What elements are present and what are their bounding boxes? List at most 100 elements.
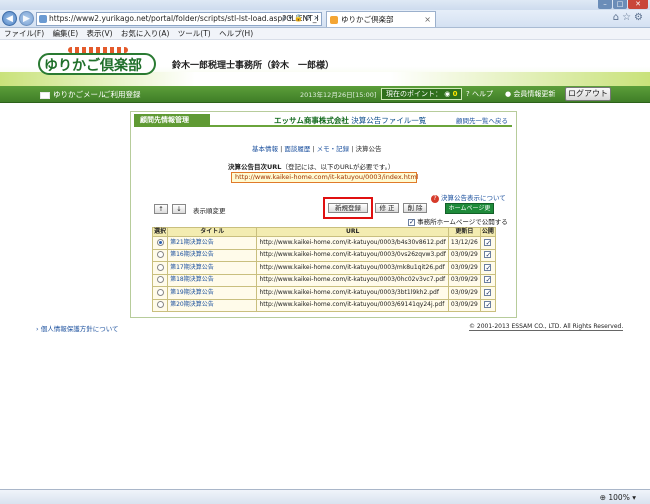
zoom-level[interactable]: ⊕ 100% ▾ (600, 491, 636, 504)
tab-close-icon[interactable]: × (424, 12, 431, 27)
row-public-checkbox[interactable] (484, 300, 492, 310)
row-date: 03/09/29 (447, 248, 481, 262)
subnav-basic-info[interactable]: 基本情報 (252, 145, 278, 153)
back-icon[interactable]: ◀ (2, 11, 17, 26)
table-row[interactable]: 第20期決算公告 http://www.kaikei-home.com/it-k… (151, 298, 497, 312)
row-date: 03/09/29 (447, 261, 481, 275)
row-url: http://www.kaikei-home.com/it-katuyou/00… (256, 248, 449, 262)
row-title[interactable]: 第20期決算公告 (167, 298, 258, 312)
menu-view[interactable]: 表示(V) (87, 29, 113, 38)
privacy-policy-link[interactable]: › 個人情報保護方針について (36, 323, 119, 333)
homepage-update-button[interactable]: ホームページ更新 (445, 203, 494, 222)
zoom-icon: ⊕ (599, 493, 606, 502)
help-link[interactable]: ? ヘルプ (466, 88, 493, 101)
delete-button[interactable]: 削 除 (403, 203, 427, 213)
move-up-button[interactable]: ↑ (154, 204, 168, 214)
close-window-icon[interactable]: ✕ (628, 0, 648, 9)
table-row[interactable]: 第21期決算公告 http://www.kaikei-home.com/it-k… (151, 236, 497, 250)
row-date: 03/09/29 (447, 273, 481, 287)
settlement-help-link[interactable]: ? 決算公告表示について (431, 192, 506, 203)
forward-icon[interactable]: ▶ (19, 11, 34, 26)
menu-file[interactable]: ファイル(F) (4, 29, 44, 38)
window-titlebar: – □ ✕ (0, 0, 650, 10)
new-registration-button[interactable]: 新規登録 (328, 203, 368, 213)
chevron-right-icon: › (36, 325, 39, 333)
usage-registration-link[interactable]: ご利用登録 (103, 88, 141, 101)
row-title[interactable]: 第21期決算公告 (167, 236, 258, 250)
row-public-checkbox[interactable] (484, 250, 492, 260)
points-value: 0 (452, 90, 458, 98)
row-title[interactable]: 第16期決算公告 (167, 248, 258, 262)
coin-icon: ◉ (444, 90, 451, 98)
publish-checkbox-box[interactable] (408, 218, 415, 226)
menu-bar: ファイル(F) 編集(E) 表示(V) お気に入り(A) ツール(T) ヘルプ(… (0, 28, 650, 40)
home-icon[interactable]: ⌂ (613, 12, 622, 23)
row-radio[interactable] (156, 301, 164, 309)
settings-gear-icon[interactable]: ⚙ (634, 12, 646, 23)
table-row[interactable]: 第16期決算公告 http://www.kaikei-home.com/it-k… (151, 248, 497, 262)
publish-checkbox[interactable]: 事務所ホームページで公開する (408, 216, 508, 226)
row-radio[interactable] (156, 251, 164, 259)
row-radio[interactable] (156, 238, 164, 246)
site-logo[interactable]: ゆりかご倶楽部 (38, 47, 156, 77)
points-display: 現在のポイント： ◉ 0 (381, 88, 463, 100)
tab-title: ゆりかご倶楽部 (341, 15, 394, 24)
question-icon: ? (431, 195, 439, 203)
settlement-table: 選択 タイトル URL 更新日 公開 第21期決算公告 http://www.k… (151, 227, 497, 312)
row-public-checkbox[interactable] (484, 238, 492, 248)
tab-favicon-icon (330, 16, 338, 24)
row-url: http://www.kaikei-home.com/it-katuyou/00… (256, 236, 449, 250)
back-to-list-link[interactable]: 顧問先一覧へ戻る (456, 115, 508, 127)
mail-icon (40, 91, 50, 99)
member-update-link[interactable]: ● 会員情報更新 (505, 88, 555, 101)
menu-edit[interactable]: 編集(E) (53, 29, 79, 38)
toolbar-icons: ⌂☆⚙ (613, 12, 646, 23)
url-input[interactable]: https://www2.yurikago.net/portal/folder/… (36, 12, 322, 26)
menu-favorites[interactable]: お気に入り(A) (121, 29, 169, 38)
subnav-meeting-history[interactable]: 面談履歴 (284, 145, 310, 153)
address-bar-area: ◀ ▶ https://www2.yurikago.net/portal/fol… (0, 10, 650, 28)
row-url: http://www.kaikei-home.com/it-katuyou/00… (256, 286, 449, 300)
logout-button[interactable]: ログアウト (565, 87, 611, 101)
table-row[interactable]: 第19期決算公告 http://www.kaikei-home.com/it-k… (151, 286, 497, 300)
row-title[interactable]: 第18期決算公告 (167, 273, 258, 287)
address-tools[interactable]: ρ ▾ 🔒 ⟳ × (282, 12, 319, 24)
table-header-row: 選択 タイトル URL 更新日 公開 (151, 227, 497, 237)
move-down-button[interactable]: ↓ (172, 204, 186, 214)
subnav-settlement: 決算公告 (355, 145, 382, 153)
subnav-memo[interactable]: メモ・記録 (317, 145, 350, 153)
row-public-checkbox[interactable] (484, 288, 492, 298)
copyright-text: © 2001-2013 ESSAM CO., LTD. All Rights R… (469, 323, 624, 331)
section-header: 顧問先情報管理 エッサム商事株式会社 決算公告ファイル一覧 顧問先一覧へ戻る (134, 114, 512, 127)
row-title[interactable]: 第19期決算公告 (167, 286, 258, 300)
row-title[interactable]: 第17期決算公告 (167, 261, 258, 275)
member-icon: ● (505, 90, 512, 98)
row-radio[interactable] (156, 288, 164, 296)
tab-yurikago[interactable]: ゆりかご倶楽部 × (326, 11, 436, 27)
col-url: URL (256, 227, 449, 237)
help-icon: ? (466, 90, 470, 98)
row-radio[interactable] (156, 276, 164, 284)
row-url: http://www.kaikei-home.com/it-katuyou/00… (256, 298, 449, 312)
index-url-label: 決算公告目次URL（登記には、以下のURLが必要です。） (228, 163, 395, 171)
col-select: 選択 (151, 227, 169, 237)
company-name: エッサム商事株式会社 (274, 116, 349, 125)
minimize-icon[interactable]: – (598, 0, 612, 9)
favorites-star-icon[interactable]: ☆ (622, 12, 634, 23)
menu-tools[interactable]: ツール(T) (178, 29, 211, 38)
row-public-checkbox[interactable] (484, 263, 492, 273)
index-url-field[interactable]: http://www.kaikei-home.com/it-katuyou/00… (231, 172, 419, 183)
table-row[interactable]: 第17期決算公告 http://www.kaikei-home.com/it-k… (151, 261, 497, 275)
company-title: エッサム商事株式会社 決算公告ファイル一覧 (274, 115, 426, 127)
row-date: 03/09/29 (447, 298, 481, 312)
row-radio[interactable] (156, 263, 164, 271)
ie-page-icon (39, 15, 47, 23)
edit-button[interactable]: 修 正 (375, 203, 399, 213)
maximize-icon[interactable]: □ (613, 0, 627, 9)
sort-order-label: 表示順変更 (193, 207, 226, 215)
menu-help[interactable]: ヘルプ(H) (219, 29, 253, 38)
table-row[interactable]: 第18期決算公告 http://www.kaikei-home.com/it-k… (151, 273, 497, 287)
row-public-checkbox[interactable] (484, 275, 492, 285)
yurikago-mail-link[interactable]: ゆりかごメール (40, 88, 106, 101)
row-date: 13/12/26 (447, 236, 481, 250)
